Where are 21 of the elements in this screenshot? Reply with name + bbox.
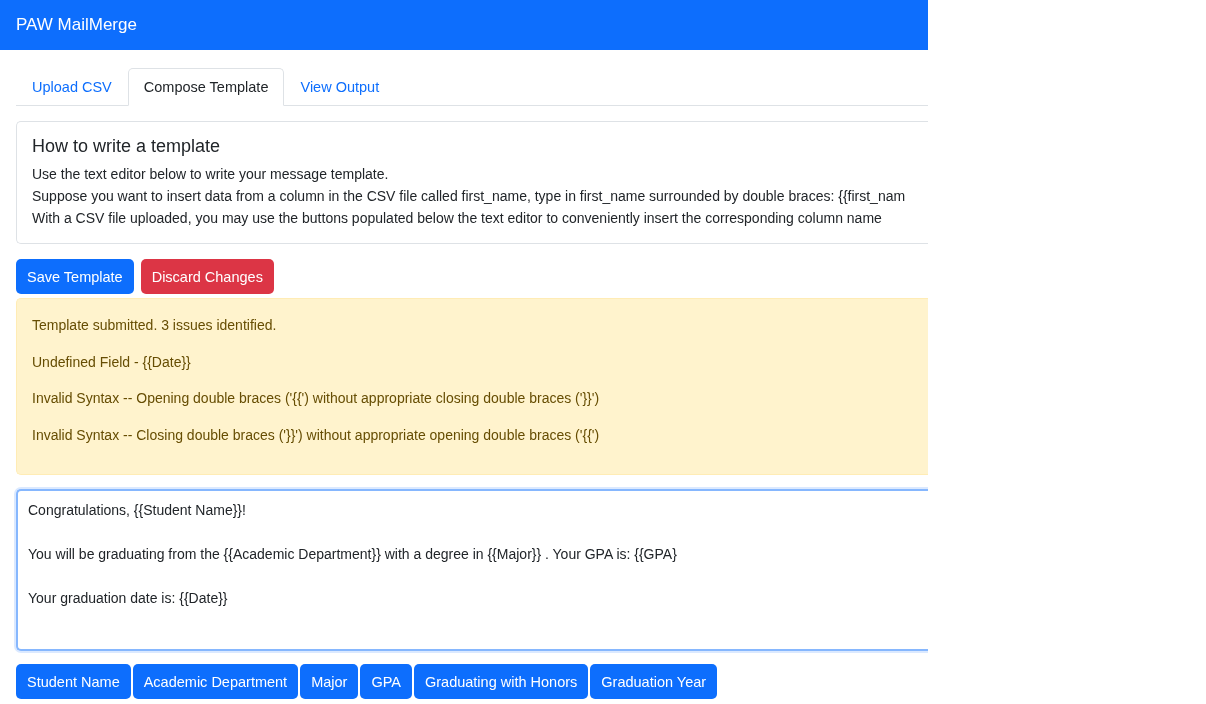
alert-message: Invalid Syntax -- Closing double braces ('}}') without appropriate opening double braces ('{{') bbox=[32, 425, 601, 445]
template-editor[interactable]: Congratulations, {{Student Name}}! You will be graduating from the {{Academic Department}} with a degree in {{Major}} . Your GPA is: {{GPA} Your graduation date is: {{Date}} bbox=[16, 489, 928, 651]
instruction-text: Use the text editor below to write your message template. bbox=[32, 165, 390, 184]
insert-field-button[interactable]: GPA bbox=[360, 664, 412, 699]
instructions-title: How to write a template bbox=[32, 136, 222, 157]
alert-message: Template submitted. 3 issues identified. bbox=[32, 316, 278, 335]
insert-field-button[interactable]: Student Name bbox=[16, 664, 131, 699]
tab[interactable]: View Output bbox=[284, 68, 396, 106]
action-button[interactable]: Discard Changes bbox=[140, 259, 274, 294]
alert-message: Undefined Field - {{Date}} bbox=[32, 352, 192, 372]
instruction-text: With a CSV file uploaded, you may use the buttons populated below the text editor to conveniently insert the corresponding column name bbox=[32, 209, 883, 228]
insert-field-button[interactable]: Graduating with Honors bbox=[413, 664, 589, 699]
app-title: PAW MailMerge bbox=[16, 15, 137, 35]
insert-field-button[interactable]: Major bbox=[300, 664, 359, 699]
insert-field-button[interactable]: Graduation Year bbox=[590, 664, 718, 699]
insert-field-button[interactable]: Academic Department bbox=[132, 664, 299, 699]
tab[interactable]: Upload CSV bbox=[16, 68, 128, 106]
instruction-text: Suppose you want to insert data from a column in the CSV file called first_name, type in first_name surrounded by double braces: {{first_nam bbox=[32, 187, 907, 206]
alert-message: Invalid Syntax -- Opening double braces ('{{') without appropriate closing double braces ('}}') bbox=[32, 389, 601, 408]
action-button[interactable]: Save Template bbox=[16, 259, 134, 294]
tab[interactable]: Compose Template bbox=[127, 68, 285, 106]
